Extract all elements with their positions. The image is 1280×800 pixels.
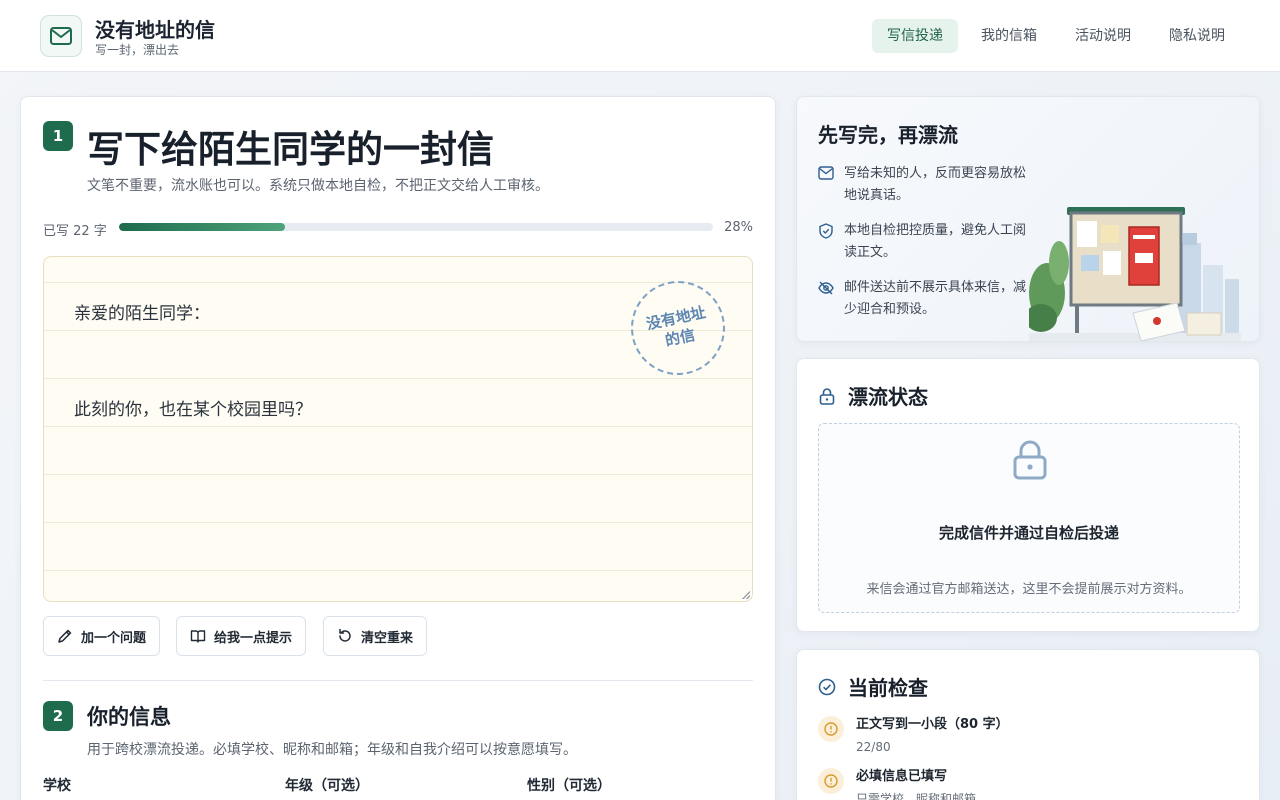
tip-text: 本地自检把控质量，避免人工阅读正文。 [844, 223, 1027, 260]
resize-handle[interactable] [742, 591, 750, 599]
check-circle-icon [818, 678, 836, 695]
eye-off-icon [818, 281, 834, 295]
info-title: 你的信息 [87, 705, 171, 729]
give-hint-label: 给我一点提示 [214, 629, 293, 645]
tip-item: 邮件送达前不展示具体来信，减少迎合和预设。 [818, 277, 1028, 321]
step-badge-1: 1 [43, 121, 73, 151]
clear-reset-label: 清空重来 [361, 629, 414, 645]
shield-check-icon [819, 223, 833, 239]
tip-item: 本地自检把控质量，避免人工阅读正文。 [818, 220, 1028, 264]
main-nav: 写信投递 我的信箱 活动说明 隐私说明 [872, 19, 1240, 53]
progress-percent: 28% [724, 220, 753, 235]
progress-bar [119, 223, 713, 231]
info-subtitle: 用于跨校漂流投递。必填学校、昵称和邮箱；年级和自我介绍可以按意愿填写。 [87, 742, 577, 758]
status-placeholder: 完成信件并通过自检后投递 来信会通过官方邮箱送达，这里不会提前展示对方资料。 [818, 423, 1240, 613]
lock-icon [819, 387, 835, 405]
compose-title: 写下给陌生同学的一封信 [87, 128, 494, 171]
word-count: 已写 22 字 [43, 224, 107, 239]
nav-compose[interactable]: 写信投递 [872, 19, 958, 53]
nav-my-mailbox[interactable]: 我的信箱 [966, 19, 1052, 53]
nav-event-info[interactable]: 活动说明 [1060, 19, 1146, 53]
letter-line: 亲爱的陌生同学： [74, 304, 210, 324]
status-title: 漂流状态 [848, 385, 928, 409]
tip-text: 邮件送达前不展示具体来信，减少迎合和预设。 [844, 280, 1027, 317]
brand-title: 没有地址的信 [95, 18, 215, 42]
status-header: 漂流状态 [818, 381, 928, 410]
intro-title: 先写完，再漂流 [818, 123, 958, 147]
brand-subtitle: 写一封，漂出去 [95, 43, 180, 57]
clear-reset-button[interactable]: 清空重来 [323, 616, 428, 656]
warning-circle-icon [818, 768, 844, 794]
status-card: 漂流状态 完成信件并通过自检后投递 来信会通过官方邮箱送达，这里不会提前展示对方… [796, 358, 1260, 632]
checks-card: 当前检查 正文写到一小段（80 字） 22/80 必填信息已填写 只需学校、昵称… [796, 649, 1260, 800]
checks-header: 当前检查 [818, 672, 928, 701]
mail-logo-icon [40, 15, 82, 57]
give-hint-button[interactable]: 给我一点提示 [176, 616, 307, 656]
check-title: 正文写到一小段（80 字） [856, 717, 1009, 732]
status-main-text: 完成信件并通过自检后投递 [938, 524, 1119, 542]
letter-line: 此刻的你，也在某个校园里吗？ [74, 400, 312, 420]
intro-card: 先写完，再漂流 写给未知的人，反而更容易放松地说真话。 本地自检把控质量，避免人… [796, 96, 1260, 342]
warning-circle-icon [818, 716, 844, 742]
lock-icon [1013, 440, 1047, 480]
rotate-ccw-icon [339, 628, 351, 642]
letter-textarea[interactable]: 亲爱的陌生同学： 此刻的你，也在某个校园里吗？ 没有地址的信 [43, 256, 753, 602]
progress-fill [119, 223, 286, 231]
compose-subtitle: 文笔不重要，流水账也可以。系统只做本地自检，不把正文交给人工审核。 [87, 178, 549, 194]
school-label: 学校 [43, 778, 71, 794]
book-open-icon [190, 630, 206, 643]
add-question-button[interactable]: 加一个问题 [43, 616, 161, 656]
nav-privacy[interactable]: 隐私说明 [1154, 19, 1240, 53]
grade-label: 年级（可选） [285, 778, 369, 794]
top-bar: 没有地址的信 写一封，漂出去 写信投递 我的信箱 活动说明 隐私说明 [0, 0, 1280, 72]
check-item: 必填信息已填写 只需学校、昵称和邮箱 [818, 768, 976, 800]
tip-text: 写给未知的人，反而更容易放松地说真话。 [844, 166, 1027, 203]
bulletin-board-illustration [1029, 207, 1241, 341]
add-question-label: 加一个问题 [81, 629, 147, 645]
checks-title: 当前检查 [848, 676, 928, 700]
check-sub: 22/80 [856, 740, 891, 754]
gender-label: 性别（可选） [527, 778, 611, 794]
check-sub: 只需学校、昵称和邮箱 [856, 792, 977, 800]
status-sub-text: 来信会通过官方邮箱送达，这里不会提前展示对方资料。 [866, 582, 1192, 597]
mail-icon [818, 166, 834, 180]
postmark-stamp: 没有地址的信 [622, 272, 734, 384]
section-divider [43, 680, 753, 681]
step-badge-2: 2 [43, 701, 73, 731]
check-item: 正文写到一小段（80 字） 22/80 [818, 716, 1009, 756]
tip-item: 写给未知的人，反而更容易放松地说真话。 [818, 163, 1028, 207]
pencil-icon [58, 629, 72, 643]
compose-card: 1 写下给陌生同学的一封信 文笔不重要，流水账也可以。系统只做本地自检，不把正文… [20, 96, 776, 800]
check-title: 必填信息已填写 [856, 769, 948, 784]
